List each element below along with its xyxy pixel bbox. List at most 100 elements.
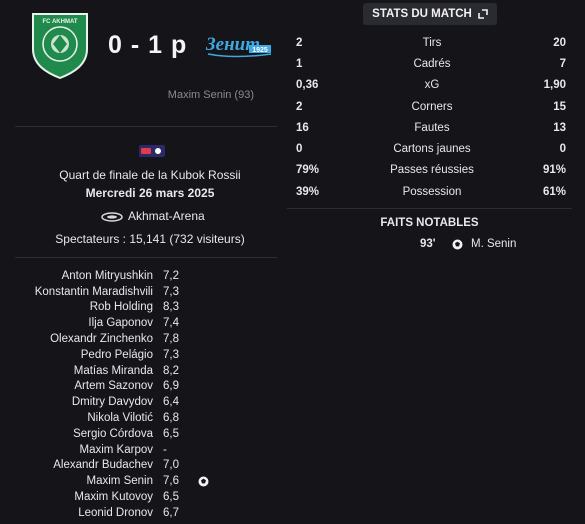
- stat-label: Cartons jaunes: [393, 143, 471, 156]
- notable-event-row[interactable]: 93' M. Senin: [420, 238, 516, 250]
- player-name: Maxim Karpov: [79, 443, 154, 456]
- player-rating: 7,2: [163, 269, 179, 282]
- player-event: [193, 476, 213, 487]
- player-rating: 8,2: [163, 364, 179, 377]
- player-name: Matías Miranda: [73, 364, 153, 377]
- player-name: Maxim Kutovoy: [74, 491, 153, 504]
- match-score: 0 - 1 p: [108, 31, 188, 59]
- player-name: Leonid Dronov: [78, 506, 153, 519]
- venue-name: Akhmat-Arena: [128, 209, 205, 223]
- player-row[interactable]: Ilja Gaponov 7,4: [10, 315, 250, 331]
- stat-label: xG: [424, 79, 440, 92]
- player-rating: 6,9: [163, 380, 179, 393]
- divider: [15, 257, 277, 258]
- attendance: Spectateurs : 15,141 (732 visiteurs): [55, 232, 245, 246]
- stat-row: 0 Cartons jaunes 0: [292, 138, 572, 159]
- player-row[interactable]: Pedro Pelágio 7,3: [10, 347, 250, 363]
- player-row[interactable]: Olexandr Zinchenko 7,8: [10, 331, 250, 347]
- stat-row: 16 Fautes 13: [292, 117, 572, 138]
- stat-home-value: 1: [296, 57, 303, 70]
- goal-scorer-summary: Maxim Senin (93): [167, 89, 254, 101]
- player-row[interactable]: Dmitry Davydov 6,4: [10, 394, 250, 410]
- player-row[interactable]: Maxim Karpov -: [10, 442, 250, 458]
- player-name: Dmitry Davydov: [71, 396, 153, 409]
- stadium-icon: [101, 211, 123, 222]
- notable-events-title: FAITS NOTABLES: [380, 217, 479, 229]
- player-name: Konstantin Maradishvili: [34, 285, 153, 298]
- player-name: Maxim Senin: [86, 475, 153, 488]
- stat-label: Tirs: [422, 36, 442, 49]
- stat-home-value: 2: [296, 36, 303, 49]
- player-row[interactable]: Konstantin Maradishvili 7,3: [10, 284, 250, 300]
- player-ratings-list: Anton Mitryushkin 7,2 Konstantin Maradishv…: [10, 268, 250, 521]
- player-rating: 8,3: [163, 301, 179, 314]
- home-badge-text: FC AKHMAT: [43, 19, 78, 25]
- stat-home-value: 79%: [296, 164, 320, 177]
- player-row[interactable]: Leonid Dronov 6,7: [10, 505, 250, 521]
- match-summary-panel: FC AKHMAT 0 - 1 p Зенит 1925 Maxim Senin…: [0, 0, 285, 524]
- player-row[interactable]: Rob Holding 8,3: [10, 300, 250, 316]
- player-row[interactable]: Nikola Vilotić 6,8: [10, 410, 250, 426]
- player-row[interactable]: Matías Miranda 8,2: [10, 363, 250, 379]
- player-rating: -: [163, 443, 167, 456]
- stat-away-value: 61%: [542, 185, 566, 198]
- stat-away-value: 15: [553, 100, 566, 113]
- player-row[interactable]: Sergio Córdova 6,5: [10, 426, 250, 442]
- player-rating: 7,6: [163, 475, 179, 488]
- player-name: Nikola Vilotić: [87, 412, 153, 425]
- stat-row: 2 Tirs 20: [292, 32, 572, 53]
- player-rating: 7,3: [163, 285, 179, 298]
- player-rating: 6,5: [163, 491, 179, 504]
- player-name: Olexandr Zinchenko: [50, 333, 153, 346]
- stat-row: 39% Possession 61%: [292, 181, 572, 202]
- stat-away-value: 20: [553, 36, 566, 49]
- player-rating: 7,0: [163, 459, 179, 472]
- stat-label: Cadrés: [413, 57, 451, 70]
- venue: Akhmat-Arena: [101, 209, 205, 223]
- player-rating: 6,7: [163, 506, 179, 519]
- match-date: Mercredi 26 mars 2025: [85, 186, 215, 200]
- event-player: M. Senin: [471, 238, 517, 250]
- stat-row: 1 Cadrés 7: [292, 53, 572, 74]
- player-name: Rob Holding: [89, 301, 153, 314]
- player-row[interactable]: Artem Sazonov 6,9: [10, 379, 250, 395]
- stat-away-value: 7: [559, 57, 566, 70]
- stat-away-value: 13: [553, 121, 566, 134]
- stat-row: 2 Corners 15: [292, 96, 572, 117]
- stat-label: Possession: [402, 185, 462, 198]
- player-name: Sergio Córdova: [73, 427, 153, 440]
- player-row[interactable]: Maxim Senin 7,6: [10, 473, 250, 489]
- stat-home-value: 39%: [296, 185, 320, 198]
- competition-name: Quart de finale de la Kubok Rossii: [59, 168, 241, 182]
- player-rating: 7,8: [163, 333, 179, 346]
- player-row[interactable]: Anton Mitryushkin 7,2: [10, 268, 250, 284]
- event-minute: 93': [420, 238, 436, 250]
- stat-row: 79% Passes réussies 91%: [292, 160, 572, 181]
- away-team-badge[interactable]: Зенит 1925: [205, 30, 273, 60]
- player-name: Ilja Gaponov: [88, 317, 153, 330]
- goal-icon: [198, 476, 208, 487]
- match-stats-table: 2 Tirs 20 1 Cadrés 7 0,36 xG 1,90 2 Corners 15 16 Fau…: [292, 32, 572, 202]
- player-rating: 6,5: [163, 427, 179, 440]
- stat-away-value: 1,90: [543, 79, 566, 92]
- divider: [287, 208, 572, 209]
- player-name: Alexandr Budachev: [53, 459, 153, 472]
- stat-label: Fautes: [414, 121, 450, 134]
- match-stats-button[interactable]: STATS DU MATCH: [363, 3, 497, 25]
- player-name: Artem Sazonov: [74, 380, 153, 393]
- player-rating: 6,8: [163, 412, 179, 425]
- player-row[interactable]: Alexandr Budachev 7,0: [10, 458, 250, 474]
- player-name: Pedro Pelágio: [80, 348, 153, 361]
- player-rating: 7,4: [163, 317, 179, 330]
- match-stats-title: STATS DU MATCH: [372, 8, 472, 20]
- competition-logo-icon: [139, 145, 165, 157]
- stat-label: Passes réussies: [390, 164, 474, 177]
- home-team-badge[interactable]: FC AKHMAT: [31, 11, 89, 80]
- stat-row: 0,36 xG 1,90: [292, 75, 572, 96]
- goal-icon: [450, 239, 464, 250]
- stat-home-value: 2: [296, 100, 303, 113]
- away-badge-year: 1925: [252, 47, 268, 54]
- divider: [15, 126, 277, 127]
- player-rating: 7,3: [163, 348, 179, 361]
- player-row[interactable]: Maxim Kutovoy 6,5: [10, 489, 250, 505]
